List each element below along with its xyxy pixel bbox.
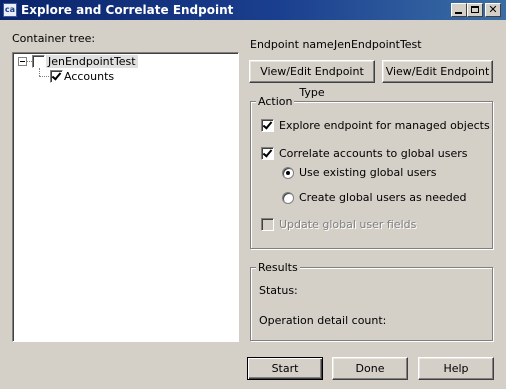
operation-detail-count-label: Operation detail count: [259, 314, 387, 327]
update-global-fields-label: Update global user fields [279, 218, 417, 231]
ca-app-icon: ca [3, 3, 17, 17]
use-existing-label[interactable]: Use existing global users [299, 166, 437, 179]
endpoint-name-label: Endpoint name: [250, 38, 338, 51]
minimize-icon [455, 12, 462, 14]
tree-root-label[interactable]: JenEndpointTest [46, 55, 138, 68]
explore-label[interactable]: Explore endpoint for managed objects [279, 119, 490, 132]
container-tree-label: Container tree: [12, 32, 96, 45]
help-button[interactable]: Help [418, 357, 494, 380]
done-button[interactable]: Done [332, 357, 408, 380]
container-tree[interactable]: JenEndpointTest Accounts [12, 52, 239, 342]
maximize-button[interactable] [467, 3, 483, 17]
endpoint-name-value: JenEndpointTest [334, 38, 422, 51]
close-icon: ✕ [488, 3, 498, 16]
results-group [250, 267, 493, 341]
window-title: Explore and Correlate Endpoint [21, 3, 234, 17]
status-label: Status: [259, 284, 298, 297]
explore-correlate-dialog: ca Explore and Correlate Endpoint ✕ Cont… [0, 0, 506, 389]
action-group-legend: Action [256, 95, 295, 108]
correlate-checkbox[interactable] [261, 147, 274, 160]
correlate-label[interactable]: Correlate accounts to global users [279, 147, 468, 160]
view-edit-endpoint-button[interactable]: View/Edit Endpoint [382, 60, 493, 83]
start-button[interactable]: Start [247, 357, 323, 380]
minimize-button[interactable] [451, 3, 467, 17]
create-global-users-label[interactable]: Create global users as needed [299, 191, 467, 204]
results-group-legend: Results [256, 261, 300, 274]
close-button[interactable]: ✕ [485, 3, 501, 17]
title-bar[interactable]: ca Explore and Correlate Endpoint ✕ [0, 0, 506, 20]
tree-accounts-checkbox[interactable] [50, 70, 63, 83]
collapse-icon[interactable] [18, 57, 27, 66]
tree-accounts-label[interactable]: Accounts [64, 70, 114, 83]
use-existing-radio[interactable] [282, 167, 294, 179]
update-global-fields-checkbox[interactable] [261, 218, 274, 231]
view-edit-endpoint-type-button[interactable]: View/Edit Endpoint Type [249, 60, 375, 99]
tree-root-checkbox[interactable] [32, 55, 45, 68]
create-global-users-radio[interactable] [282, 192, 294, 204]
explore-checkbox[interactable] [261, 119, 274, 132]
maximize-icon [471, 6, 479, 13]
